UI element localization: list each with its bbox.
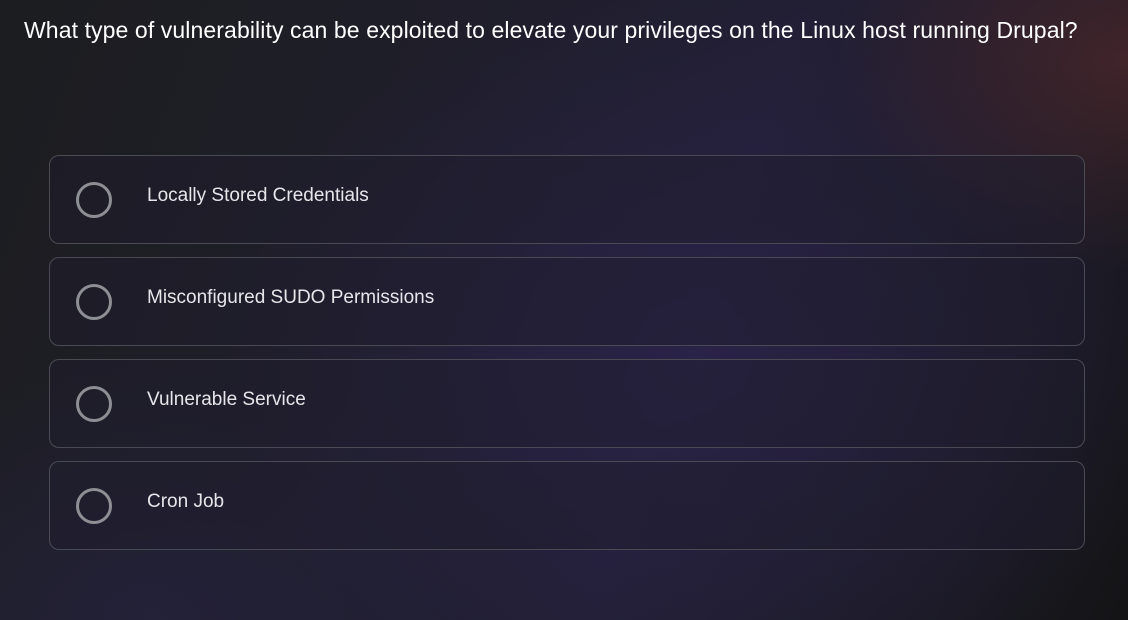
answer-option-label: Vulnerable Service: [147, 389, 306, 410]
answer-option-locally-stored-credentials[interactable]: Locally Stored Credentials: [49, 155, 1085, 244]
answer-option-label: Misconfigured SUDO Permissions: [147, 287, 435, 308]
radio-circle-icon[interactable]: [76, 488, 112, 524]
answer-option-cron-job[interactable]: Cron Job: [49, 461, 1085, 550]
radio-circle-icon[interactable]: [76, 386, 112, 422]
answer-option-misconfigured-sudo-permissions[interactable]: Misconfigured SUDO Permissions: [49, 257, 1085, 346]
answer-options: Locally Stored Credentials Misconfigured…: [49, 155, 1085, 563]
radio-circle-icon[interactable]: [76, 284, 112, 320]
question-text: What type of vulnerability can be exploi…: [24, 17, 1078, 43]
answer-option-label: Locally Stored Credentials: [147, 185, 369, 206]
radio-circle-icon[interactable]: [76, 182, 112, 218]
answer-option-label: Cron Job: [147, 491, 225, 512]
answer-option-vulnerable-service[interactable]: Vulnerable Service: [49, 359, 1085, 448]
